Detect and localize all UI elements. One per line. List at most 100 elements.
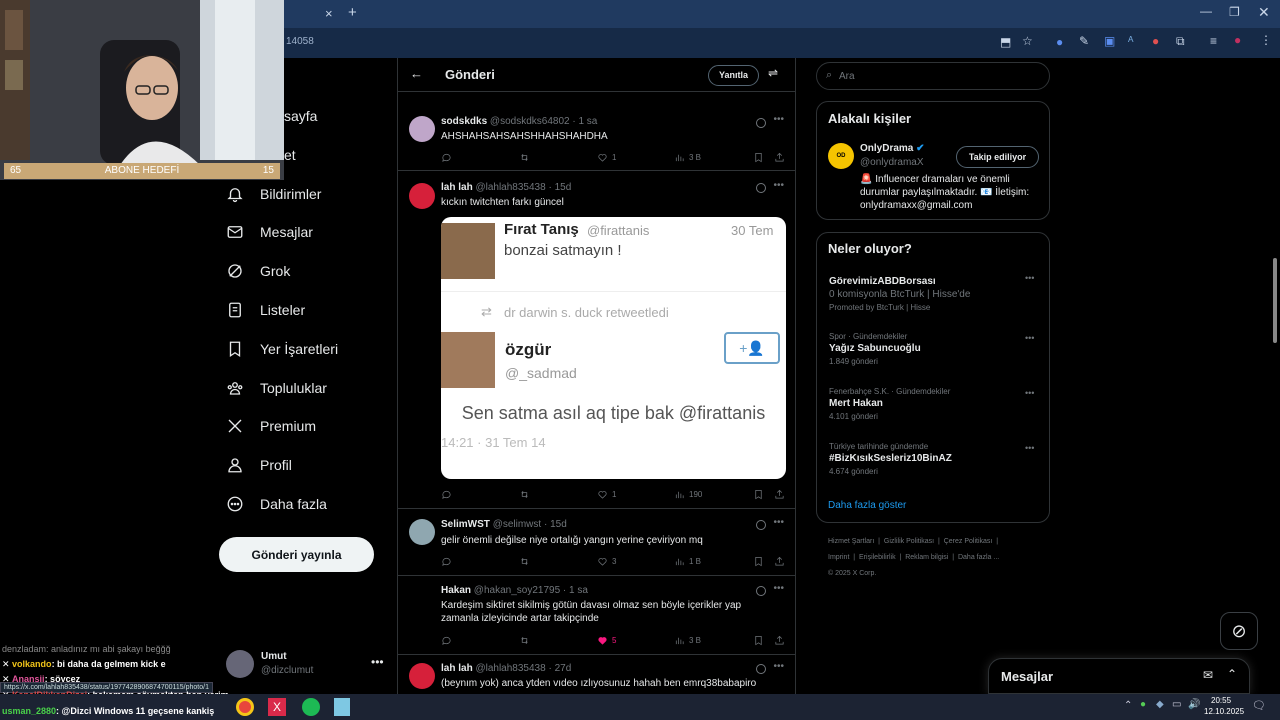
avatar[interactable]: OD [828, 143, 854, 169]
account-menu-icon[interactable]: ••• [371, 655, 384, 669]
new-tab-button[interactable]: + [348, 4, 357, 21]
tweet-handle[interactable]: @hakan_soy21795 [474, 585, 560, 596]
clock-time[interactable]: 20:55 [1211, 696, 1231, 705]
tweet-image[interactable]: Fırat Tanış @firattanis 30 Tem bonzai sa… [441, 217, 786, 479]
tweet-time[interactable]: · 15d [544, 519, 567, 530]
sidebar-item-explore[interactable]: et [284, 143, 296, 167]
footer-link[interactable]: Hizmet Şartları [828, 538, 874, 545]
translate-icon[interactable]: ᴬ [1128, 34, 1133, 48]
spotify-icon[interactable] [302, 698, 320, 716]
reply-icon[interactable] [441, 635, 452, 646]
show-more-link[interactable]: Daha fazla göster [828, 500, 906, 511]
chrome-icon[interactable] [236, 698, 254, 716]
minimize-button[interactable]: — [1200, 4, 1212, 18]
footer-link[interactable]: Daha fazla ... [958, 554, 999, 561]
trend-item[interactable]: Fenerbahçe S.K. · Gündemdekiler Mert Hak… [829, 387, 1039, 421]
messages-dock[interactable]: Mesajlar ✉ ⌃ [988, 658, 1250, 694]
tweet-author[interactable]: Hakan [441, 585, 471, 596]
extension-icon[interactable]: ● [1152, 34, 1159, 48]
install-icon[interactable]: ⬒ [1000, 35, 1011, 49]
tray-icon[interactable]: ◆ [1156, 699, 1164, 710]
tweet-author[interactable]: lah lah [441, 663, 473, 674]
scrollbar-thumb[interactable] [1273, 258, 1277, 343]
related-handle[interactable]: @onlydramaX [860, 157, 924, 168]
extension-icon[interactable]: ● [1056, 35, 1063, 49]
footer-link[interactable]: Çerez Politikası [944, 538, 993, 545]
extension-icon[interactable]: ▣ [1104, 34, 1115, 48]
url-text[interactable]: 14058 [286, 36, 314, 47]
trend-item[interactable]: GörevimizABDBorsası 0 komisyonla BtcTurk… [829, 274, 1039, 312]
close-window-button[interactable]: ✕ [1258, 4, 1270, 21]
extensions-puzzle-icon[interactable]: ⧉ [1176, 34, 1185, 49]
expand-icon[interactable]: ⌃ [1227, 667, 1237, 681]
bookmark-icon[interactable] [753, 152, 764, 163]
grok-icon[interactable] [756, 664, 766, 674]
sidebar-item-bookmarks[interactable]: Yer İşaretleri [226, 337, 338, 361]
like-button[interactable]: 3 [597, 556, 616, 567]
grok-float-button[interactable]: ⊘ [1220, 612, 1258, 650]
like-button[interactable]: 1 [597, 489, 616, 500]
more-icon[interactable]: ••• [1025, 333, 1034, 343]
retweet-icon[interactable] [519, 489, 530, 500]
retweet-icon[interactable] [519, 635, 530, 646]
tray-icon[interactable]: ● [1140, 699, 1146, 710]
tab-close-button[interactable]: × [325, 6, 333, 21]
retweet-icon[interactable] [519, 152, 530, 163]
footer-link[interactable]: Gizlilik Politikası [884, 538, 934, 545]
footer-link[interactable]: Erişilebilirlik [859, 554, 896, 561]
app-x-icon[interactable]: X [268, 698, 286, 716]
tweet-handle[interactable]: @lahlah835438 [475, 182, 545, 193]
bookmark-icon[interactable] [753, 489, 764, 500]
tweet-time[interactable]: · 27d [548, 663, 571, 674]
page-scrollbar[interactable] [1270, 58, 1280, 694]
reply-icon[interactable] [441, 152, 452, 163]
views-button[interactable]: 190 [674, 489, 702, 500]
volume-icon[interactable]: 🔊 [1188, 699, 1200, 710]
notification-icon[interactable]: 🗨 [1252, 699, 1266, 712]
more-icon[interactable]: ••• [1025, 273, 1034, 283]
more-icon[interactable]: ••• [1025, 443, 1034, 453]
tweet-author[interactable]: sodskdks [441, 116, 487, 127]
more-icon[interactable]: ••• [1025, 388, 1034, 398]
tray-chevron-icon[interactable]: ⌃ [1124, 700, 1132, 711]
post-button[interactable]: Gönderi yayınla [219, 537, 374, 572]
tweet-time[interactable]: · 15d [548, 182, 571, 193]
tweet-handle[interactable]: @selimwst [493, 519, 542, 530]
tweet-handle[interactable]: @lahlah835438 [475, 663, 545, 674]
tweet[interactable]: SelimWST @selimwst · 15d ••• gelir öneml… [398, 509, 795, 576]
more-icon[interactable]: ••• [773, 661, 784, 672]
grok-icon[interactable] [756, 586, 766, 596]
tweet-handle[interactable]: @sodskdks64802 [490, 116, 570, 127]
sidebar-item-profile[interactable]: Profil [226, 453, 292, 477]
tweet[interactable]: sodskdks @sodskdks64802 · 1 sa ••• AHSHA… [398, 108, 795, 171]
avatar[interactable] [409, 519, 435, 545]
footer-link[interactable]: Reklam bilgisi [905, 554, 948, 561]
views-button[interactable]: 3 B [674, 635, 701, 646]
sidebar-item-lists[interactable]: Listeler [226, 298, 305, 322]
views-button[interactable]: 1 B [674, 556, 701, 567]
share-icon[interactable] [774, 152, 785, 163]
bookmark-icon[interactable] [753, 635, 764, 646]
address-bar[interactable]: 14058 ⬒ ☆ ● ✎ ▣ ᴬ ● ⧉ ≡ ● ⋮ [284, 28, 1280, 58]
reply-icon[interactable] [441, 556, 452, 567]
reply-icon[interactable] [441, 489, 452, 500]
reply-button[interactable]: Yanıtla [708, 65, 759, 86]
tweet-author[interactable]: SelimWST [441, 519, 490, 530]
sidebar-item-messages[interactable]: Mesajlar [226, 220, 313, 244]
star-icon[interactable]: ☆ [1022, 34, 1033, 48]
retweet-icon[interactable] [519, 556, 530, 567]
sidebar-item-more[interactable]: Daha fazla [226, 492, 327, 516]
tweet[interactable]: lah lah @lahlah835438 · 27d ••• (beynım … [398, 655, 795, 694]
share-icon[interactable] [774, 635, 785, 646]
tweet[interactable]: lah lah @lahlah835438 · 15d ••• kıckın t… [398, 171, 795, 509]
follow-button[interactable]: Takip ediliyor [956, 146, 1039, 168]
tweet-time[interactable]: · 1 sa [563, 585, 588, 596]
like-button[interactable]: 1 [597, 152, 616, 163]
sidebar-item-grok[interactable]: Grok [226, 259, 290, 283]
share-icon[interactable] [774, 556, 785, 567]
more-icon[interactable]: ••• [773, 114, 784, 125]
views-button[interactable]: 3 B [674, 152, 701, 163]
network-icon[interactable]: ▭ [1172, 699, 1181, 710]
sidebar-item-communities[interactable]: Topluluklar [226, 376, 327, 400]
more-icon[interactable]: ••• [773, 583, 784, 594]
